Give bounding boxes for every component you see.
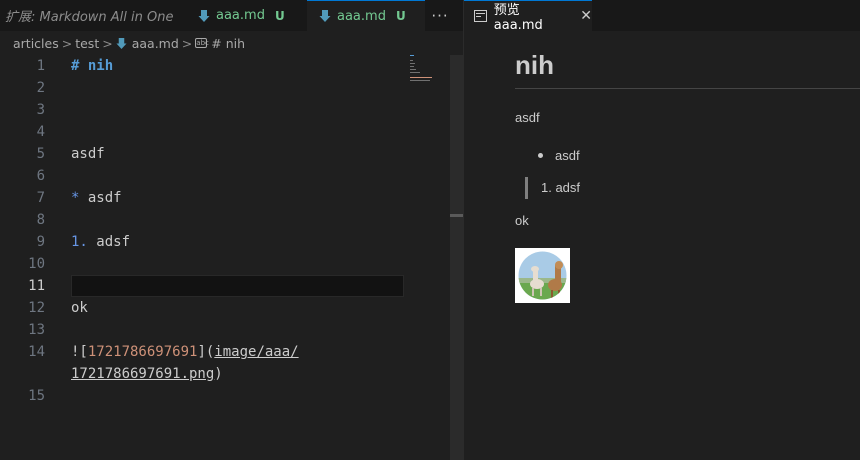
markdown-preview: nih asdf asdf 1. adsf ok: [464, 31, 860, 460]
current-line-highlight: [71, 275, 404, 297]
editor-line-current[interactable]: 11: [0, 275, 450, 297]
symbol-string-icon: abc: [195, 38, 209, 48]
untracked-badge: U: [274, 8, 285, 23]
editor-line[interactable]: 13: [0, 319, 450, 341]
editor-line[interactable]: 7 * asdf: [0, 187, 450, 209]
line-number: 7: [36, 190, 45, 206]
breadcrumb-test[interactable]: test: [75, 36, 99, 51]
list-text: asdf: [79, 190, 122, 206]
editor-line[interactable]: 12 ok: [0, 297, 450, 319]
line-number: 12: [28, 300, 45, 316]
tab-preview-aaa-md[interactable]: 预览 aaa.md ✕: [464, 0, 592, 33]
preview-list-item: asdf: [555, 148, 580, 163]
editor-line[interactable]: 4: [0, 121, 450, 143]
line-number: 13: [28, 322, 45, 338]
list-text: adsf: [87, 234, 131, 250]
editor-line[interactable]: 2: [0, 77, 450, 99]
chevron-right-icon: >: [181, 35, 193, 51]
tab-label: aaa.md: [337, 8, 386, 24]
editor-line[interactable]: 14 ![1721786697691](image/aaa/: [0, 341, 450, 363]
tab-label: 扩展: Markdown All in One: [5, 10, 174, 25]
line-number: 14: [28, 344, 45, 360]
breadcrumb-articles[interactable]: articles: [13, 36, 59, 51]
line-number: 8: [36, 212, 45, 228]
tab-label: aaa.md: [216, 8, 265, 23]
editor-group-right: 预览 aaa.md ✕ nih asdf asdf 1. adsf ok: [464, 0, 860, 460]
tab-bar: 扩展: Markdown All in One aaa.md U aaa.md …: [0, 0, 463, 31]
image-syntax: ): [214, 366, 223, 382]
editor-line[interactable]: 10: [0, 253, 450, 275]
markdown-file-icon: [319, 10, 331, 22]
tab-label: 预览 aaa.md: [493, 3, 543, 33]
alpaca-image-icon: [518, 251, 567, 300]
chevron-right-icon: >: [102, 35, 113, 51]
editor-line[interactable]: 15: [0, 385, 450, 407]
breadcrumb-file[interactable]: aaa.md: [132, 36, 179, 51]
line-text: ![1721786697691](image/aaa/: [71, 341, 299, 363]
tab-aaa-md-1[interactable]: aaa.md U: [186, 0, 306, 31]
tab-aaa-md-2[interactable]: aaa.md U: [307, 0, 425, 31]
breadcrumb: articles > test > aaa.md > abc # nih: [0, 31, 463, 55]
line-number: 3: [36, 102, 45, 118]
line-number: 1: [36, 58, 45, 74]
editor-line[interactable]: 3: [0, 99, 450, 121]
untracked-badge: U: [395, 9, 406, 23]
chevron-right-icon: >: [61, 35, 73, 51]
markdown-file-icon: [198, 9, 210, 22]
line-number: 2: [36, 80, 45, 96]
line-number: 15: [28, 388, 45, 404]
minimap[interactable]: [404, 55, 450, 460]
line-text: # nih: [71, 58, 114, 74]
breadcrumb-symbol[interactable]: # nih: [211, 36, 245, 51]
image-link[interactable]: image/aaa/: [214, 344, 298, 360]
editor-line[interactable]: 1 # nih: [0, 55, 450, 77]
image-syntax: ](: [197, 344, 215, 360]
line-number: 6: [36, 168, 45, 184]
vertical-scrollbar[interactable]: [450, 55, 463, 460]
tab-bar: 预览 aaa.md ✕: [464, 0, 860, 33]
bullet-icon: [538, 153, 543, 158]
line-text: 1. adsf: [71, 231, 130, 253]
line-number: 10: [28, 256, 45, 272]
scrollbar-thumb[interactable]: [450, 214, 463, 217]
more-actions-button[interactable]: ···: [428, 0, 452, 31]
list-marker: 1.: [71, 234, 88, 250]
editor-line[interactable]: 6: [0, 165, 450, 187]
close-icon[interactable]: ✕: [580, 8, 592, 24]
markdown-file-icon: [116, 37, 127, 49]
preview-paragraph: asdf: [515, 110, 540, 125]
line-number: 5: [36, 146, 45, 162]
image-link[interactable]: 1721786697691.png: [71, 366, 214, 382]
preview-icon: [474, 10, 487, 22]
line-number: 4: [36, 124, 45, 140]
alpaca-image: [515, 248, 570, 303]
line-number: 11: [28, 278, 45, 294]
tab-extension-markdown-all-in-one[interactable]: 扩展: Markdown All in One: [0, 0, 185, 31]
editor-line-wrapped[interactable]: 1721786697691.png): [0, 363, 450, 385]
line-text: * asdf: [71, 187, 122, 209]
image-syntax: ![: [71, 344, 88, 360]
editor-group-left: 扩展: Markdown All in One aaa.md U aaa.md …: [0, 0, 463, 460]
line-text: asdf: [71, 146, 105, 162]
image-alt-text: 1721786697691: [87, 344, 198, 360]
editor-line[interactable]: 5 asdf: [0, 143, 450, 165]
line-number: 9: [36, 234, 45, 250]
line-text: 1721786697691.png): [71, 363, 223, 385]
preview-heading: nih: [515, 50, 554, 80]
editor-line[interactable]: 8: [0, 209, 450, 231]
blockquote-bar: [525, 177, 528, 199]
code-editor[interactable]: 1 # nih 2 3 4 5 asdf 6 7 * asdf 8 9 1. a…: [0, 55, 450, 460]
preview-paragraph: ok: [515, 213, 529, 228]
editor-line[interactable]: 9 1. adsf: [0, 231, 450, 253]
line-text: ok: [71, 300, 88, 316]
heading-underline: [515, 88, 860, 89]
preview-ordered-item: 1. adsf: [541, 180, 581, 195]
